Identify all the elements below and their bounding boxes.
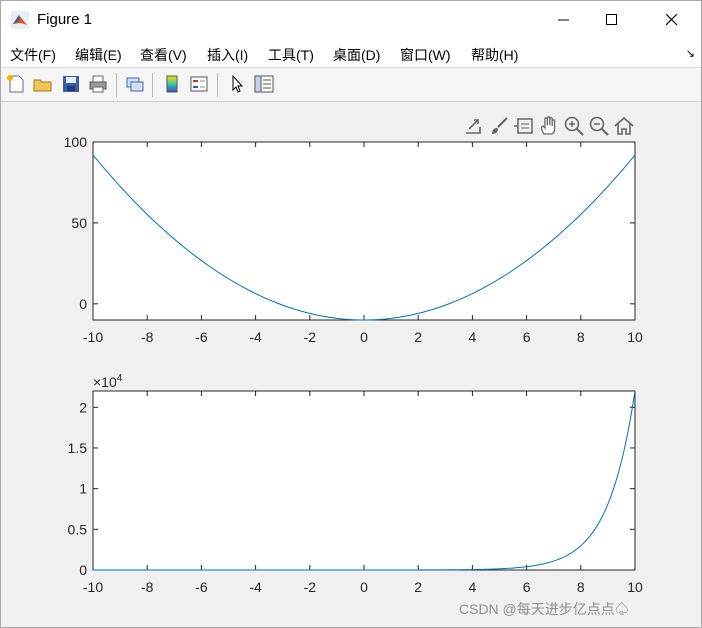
menu-edit[interactable]: 编辑(E): [75, 45, 122, 65]
menu-desktop[interactable]: 桌面(D): [333, 45, 380, 65]
x-tick-label: 4: [469, 329, 477, 345]
axes-box: [92, 390, 636, 571]
y-tick-label: 0: [79, 562, 87, 578]
y-tick-label: 1: [79, 481, 87, 497]
window-title: Figure 1: [37, 11, 93, 28]
x-tick-label: 2: [414, 329, 422, 345]
figure-plots: -10 -8 -6 -4 -2 0 2 4 6 8 10050100-10 -8 -6 -4 -2 0 2 4 6 8…: [64, 134, 643, 595]
menu-bar: 文件(F) 编辑(E) 查看(V) 插入(I) 工具(T) 桌面(D) 窗口(W…: [1, 39, 701, 68]
x-tick-label: 0: [360, 579, 368, 595]
x-tick-label: 10: [627, 329, 643, 345]
link-plot-icon: [126, 77, 144, 92]
maximize-button[interactable]: [589, 1, 635, 39]
title-bar[interactable]: Figure 1: [1, 1, 701, 39]
toolbar-separator: [217, 73, 218, 97]
print-button[interactable]: [86, 72, 110, 96]
close-icon: [666, 14, 678, 26]
x-tick-label: -4: [249, 329, 262, 345]
y-tick-label: 0.5: [68, 521, 88, 537]
legend-icon: [190, 76, 208, 92]
y-tick-label: 0: [79, 296, 87, 312]
save-button[interactable]: [59, 72, 83, 96]
minimize-button[interactable]: [541, 1, 587, 39]
property-inspector-button[interactable]: [252, 72, 276, 96]
x-tick-label: -8: [141, 579, 154, 595]
x-tick-label: -10: [83, 329, 103, 345]
x-tick-label: -10: [83, 579, 103, 595]
open-file-icon: [33, 79, 52, 92]
y-exponent-label: ×104: [93, 373, 123, 390]
minimize-icon: [558, 19, 569, 21]
link-plot-button[interactable]: [123, 72, 147, 96]
figure-window: Figure 1 文件(F) 编辑(E) 查看(V) 插入(I) 工具(T) 桌…: [0, 0, 702, 628]
y-tick-label: 1.5: [68, 440, 88, 456]
y-tick-label: 2: [79, 399, 87, 415]
insert-colorbar-button[interactable]: [160, 72, 184, 96]
maximize-icon: [606, 14, 617, 25]
menu-view[interactable]: 查看(V): [140, 45, 187, 65]
pointer-icon: [232, 74, 244, 93]
x-tick-label: 10: [627, 579, 643, 595]
menu-window[interactable]: 窗口(W): [400, 45, 451, 65]
dock-arrow-icon[interactable]: ↘: [686, 47, 695, 60]
axes-2[interactable]: -10 -8 -6 -4 -2 0 2 4 6 8 10 0 0.5 1 1.5 2 ×104: [68, 373, 643, 595]
figure-toolbar: [1, 68, 701, 102]
axes-1[interactable]: -10 -8 -6 -4 -2 0 2 4 6 8 10050100: [64, 134, 643, 345]
x-tick-label: 8: [577, 329, 585, 345]
edit-plot-button[interactable]: [225, 72, 249, 96]
print-icon: [89, 75, 107, 93]
x-tick-label: -4: [249, 579, 262, 595]
menu-help[interactable]: 帮助(H): [471, 45, 518, 65]
menu-insert[interactable]: 插入(I): [207, 45, 248, 65]
menu-file[interactable]: 文件(F): [10, 45, 56, 65]
insert-legend-button[interactable]: [187, 72, 211, 96]
toolbar-separator: [152, 73, 153, 97]
colorbar-icon: [166, 75, 178, 93]
toolbar-separator: [116, 73, 117, 97]
new-figure-button[interactable]: [4, 72, 28, 96]
x-tick-label: -6: [195, 329, 208, 345]
close-button[interactable]: [649, 1, 695, 39]
open-file-button[interactable]: [31, 72, 55, 96]
matlab-logo-icon: [11, 11, 29, 29]
menu-tools[interactable]: 工具(T): [268, 45, 314, 65]
x-tick-label: -2: [304, 329, 317, 345]
x-tick-label: 8: [577, 579, 585, 595]
y-tick-label: 50: [71, 215, 87, 231]
x-tick-label: -2: [304, 579, 317, 595]
watermark: CSDN @每天进步亿点点♤: [459, 601, 629, 617]
x-tick-label: 4: [469, 579, 477, 595]
x-tick-label: 6: [523, 329, 531, 345]
x-tick-label: 0: [360, 329, 368, 345]
y-tick-label: 100: [64, 134, 88, 150]
property-inspector-icon: [254, 75, 274, 93]
axes-box: [92, 141, 636, 321]
x-tick-label: -6: [195, 579, 208, 595]
x-tick-label: 6: [523, 579, 531, 595]
save-icon: [63, 76, 79, 92]
new-figure-icon: [7, 75, 24, 93]
y-exponent-power: 4: [117, 373, 123, 384]
x-tick-label: -8: [141, 329, 154, 345]
x-tick-label: 2: [414, 579, 422, 595]
